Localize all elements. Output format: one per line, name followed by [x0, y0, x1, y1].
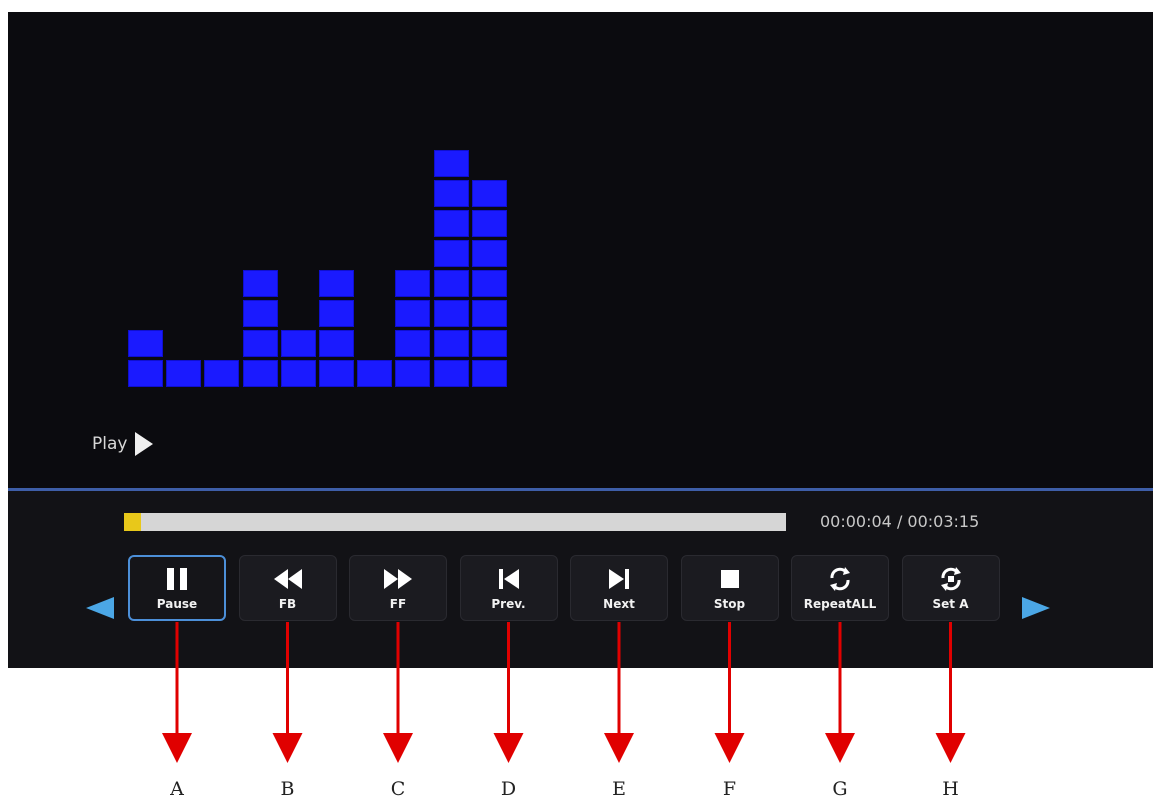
callout-letter: D — [500, 778, 517, 800]
callout-letter: E — [612, 778, 626, 800]
callout-letter: H — [942, 778, 959, 800]
callout-arrows — [162, 622, 966, 763]
callout-letter: F — [722, 778, 737, 800]
callout-letter: G — [832, 778, 848, 800]
callout-letter: B — [280, 778, 295, 800]
callout-letter: A — [170, 778, 184, 800]
callout-letter: C — [390, 778, 406, 800]
